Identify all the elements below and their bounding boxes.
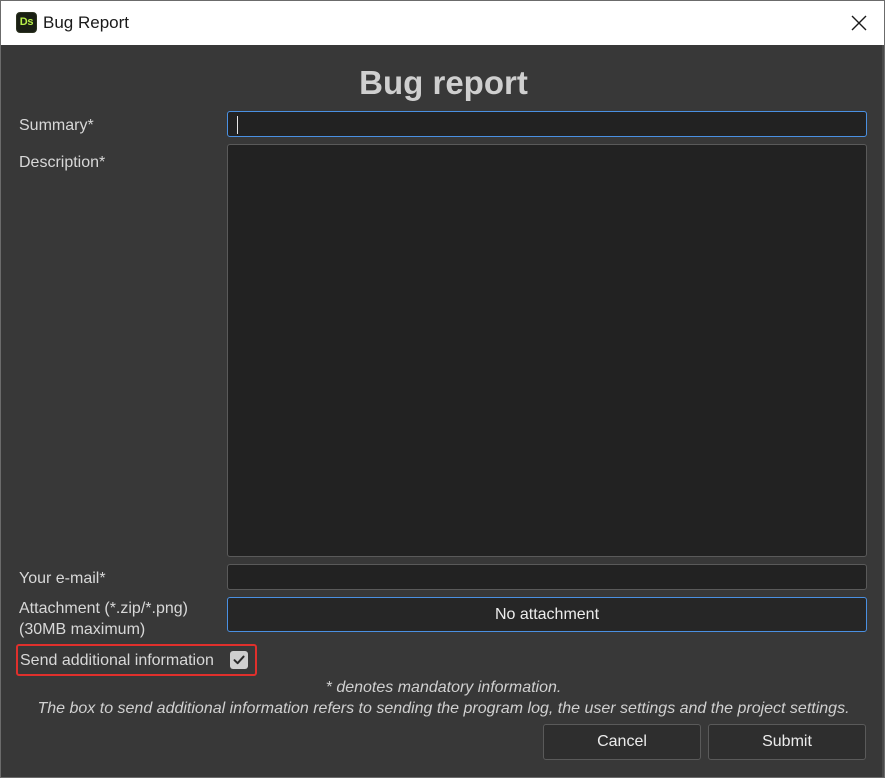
text-caret <box>237 116 238 134</box>
close-button[interactable] <box>836 1 882 45</box>
email-label: Your e-mail* <box>19 570 106 587</box>
send-info-row: Send additional information <box>16 644 257 676</box>
cancel-button[interactable]: Cancel <box>543 724 701 760</box>
window-title: Bug Report <box>43 13 129 32</box>
send-info-checkbox[interactable] <box>230 651 248 669</box>
attachment-label: Attachment (*.zip/*.png) <box>19 600 188 617</box>
summary-label: Summary* <box>19 117 94 134</box>
window-edge <box>882 45 884 777</box>
checkmark-icon <box>233 655 245 665</box>
app-icon: Ds <box>16 12 37 33</box>
title-bar: Ds Bug Report <box>1 1 884 45</box>
submit-button[interactable]: Submit <box>708 724 866 760</box>
description-label: Description* <box>19 154 106 171</box>
email-input[interactable] <box>227 564 867 590</box>
additional-info-note: The box to send additional information r… <box>37 700 850 717</box>
send-info-label: Send additional information <box>20 652 214 669</box>
bug-report-dialog: Ds Bug Report Bug report Summary* Descri… <box>0 0 885 778</box>
summary-input[interactable] <box>227 111 867 137</box>
page-title: Bug report <box>359 64 528 101</box>
attachment-button[interactable]: No attachment <box>227 597 867 632</box>
description-textarea[interactable] <box>227 144 867 557</box>
close-icon <box>851 15 867 31</box>
mandatory-note: * denotes mandatory information. <box>325 679 562 696</box>
attachment-size-label: (30MB maximum) <box>19 621 146 638</box>
